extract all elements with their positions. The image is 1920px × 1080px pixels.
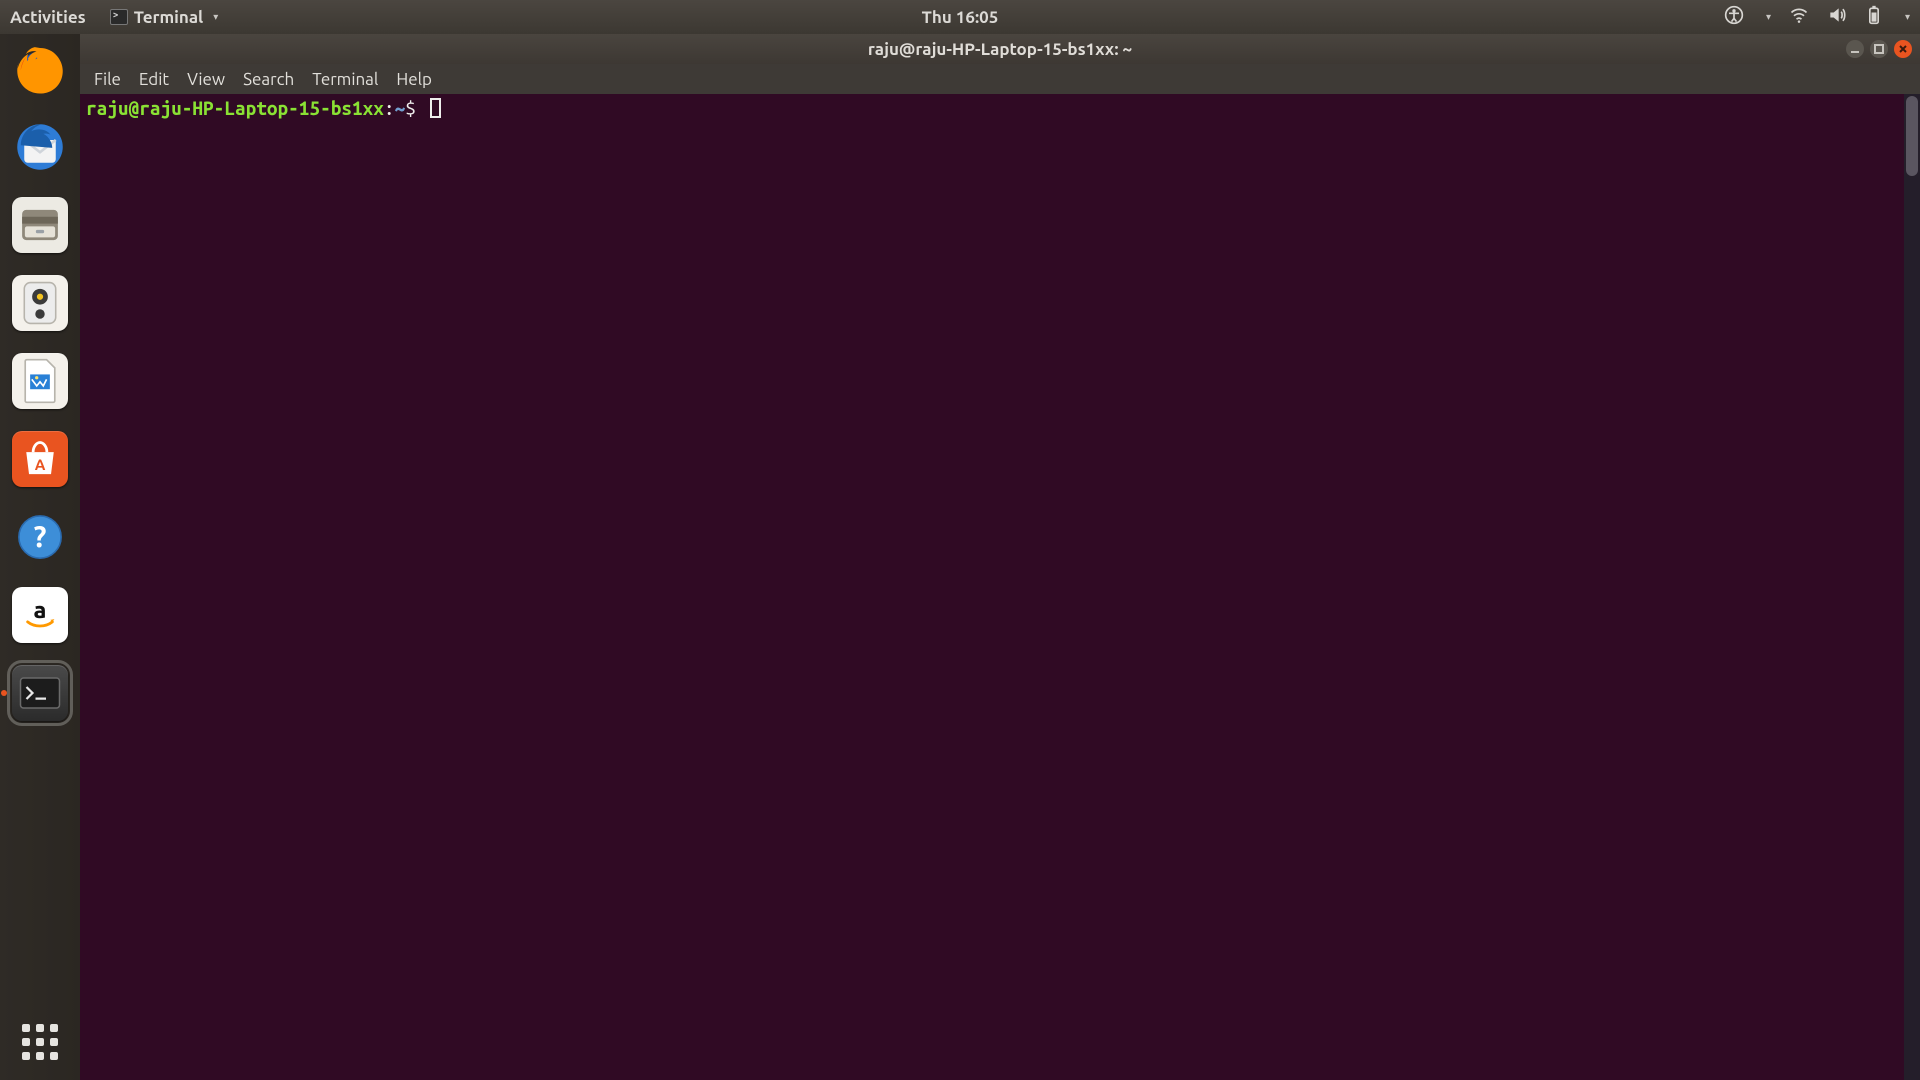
gnome-top-panel: Activities Terminal ▾ Thu 16:05 ▾ ▾ (0, 0, 1920, 34)
menu-file[interactable]: File (90, 68, 125, 91)
chevron-down-icon: ▾ (1905, 11, 1910, 23)
scrollbar-thumb[interactable] (1906, 96, 1918, 176)
menu-search[interactable]: Search (239, 68, 298, 91)
amazon-icon: a (12, 587, 68, 643)
system-status-area[interactable]: ▾ ▾ (1724, 5, 1910, 29)
activities-button[interactable]: Activities (10, 8, 86, 27)
dock-thunderbird[interactable] (11, 118, 69, 176)
terminal-scrollbar[interactable] (1904, 94, 1920, 1080)
battery-icon[interactable] (1865, 5, 1883, 29)
dock-software[interactable]: A (11, 430, 69, 488)
menu-edit[interactable]: Edit (135, 68, 173, 91)
window-title: raju@raju-HP-Laptop-15-bs1xx: ~ (868, 40, 1132, 59)
firefox-icon (12, 41, 68, 97)
app-menu-label: Terminal (134, 8, 204, 27)
dock-writer[interactable] (11, 352, 69, 410)
thunderbird-icon (12, 119, 68, 175)
prompt-symbol: $ (405, 97, 416, 119)
menu-terminal[interactable]: Terminal (308, 68, 382, 91)
shopping-bag-icon: A (12, 431, 68, 487)
dock-amazon[interactable]: a (11, 586, 69, 644)
accessibility-icon[interactable] (1724, 5, 1744, 29)
chevron-down-icon: ▾ (1766, 11, 1771, 23)
show-applications-button[interactable] (20, 1022, 60, 1062)
volume-icon[interactable] (1827, 5, 1847, 29)
window-close-button[interactable] (1894, 40, 1912, 58)
desktop-area: A ? a (0, 34, 1920, 1080)
app-menu-button[interactable]: Terminal ▾ (110, 8, 219, 27)
dock-help[interactable]: ? (11, 508, 69, 566)
prompt-path: ~ (395, 97, 406, 119)
terminal-icon (12, 665, 68, 721)
clock-button[interactable]: Thu 16:05 (922, 8, 999, 27)
dock-rhythmbox[interactable] (11, 274, 69, 332)
terminal-window: raju@raju-HP-Laptop-15-bs1xx: ~ File Edi… (80, 34, 1920, 1080)
prompt-separator: : (384, 97, 395, 119)
dock-firefox[interactable] (11, 40, 69, 98)
text-cursor (430, 98, 441, 118)
dock-files[interactable] (11, 196, 69, 254)
speaker-icon (12, 275, 68, 331)
terminal-menubar: File Edit View Search Terminal Help (80, 64, 1920, 94)
terminal-icon (110, 9, 128, 25)
network-wifi-icon[interactable] (1789, 5, 1809, 29)
menu-view[interactable]: View (183, 68, 229, 91)
dock: A ? a (0, 34, 80, 1080)
prompt-user-host: raju@raju-HP-Laptop-15-bs1xx (86, 97, 384, 119)
svg-text:?: ? (34, 520, 47, 553)
dock-terminal[interactable] (11, 664, 69, 722)
window-maximize-button[interactable] (1870, 40, 1888, 58)
menu-help[interactable]: Help (392, 68, 436, 91)
terminal-viewport[interactable]: raju@raju-HP-Laptop-15-bs1xx:~$ (80, 94, 1920, 1080)
window-minimize-button[interactable] (1846, 40, 1864, 58)
window-titlebar[interactable]: raju@raju-HP-Laptop-15-bs1xx: ~ (80, 34, 1920, 64)
help-icon: ? (12, 509, 68, 565)
document-icon (12, 353, 68, 409)
svg-text:a: a (34, 597, 47, 623)
chevron-down-icon: ▾ (213, 11, 218, 23)
svg-text:A: A (35, 456, 46, 473)
files-icon (12, 197, 68, 253)
clock-label: Thu 16:05 (922, 8, 999, 27)
